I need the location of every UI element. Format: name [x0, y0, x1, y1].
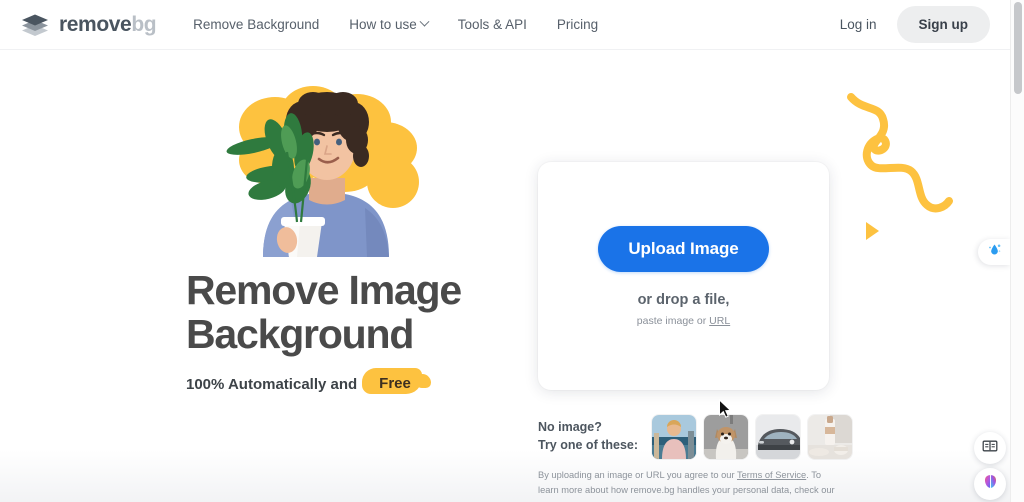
headline-line-1: Remove Image — [186, 267, 462, 313]
upload-image-button[interactable]: Upload Image — [598, 225, 769, 272]
chevron-down-icon — [419, 16, 430, 27]
sample-thumbnail-car[interactable] — [756, 415, 801, 459]
nav-label: Pricing — [556, 17, 599, 32]
nav-label: Remove Background — [193, 17, 320, 32]
help-book-button[interactable] — [974, 432, 1006, 464]
terms-of-service-link[interactable]: Terms of Service — [737, 470, 806, 480]
nav-item-tools-api[interactable]: Tools & API — [443, 11, 542, 38]
subline-text: 100% Automatically and — [186, 375, 358, 393]
logo-text-secondary: bg — [131, 13, 157, 36]
nav-item-remove-background[interactable]: Remove Background — [178, 11, 334, 38]
sample-thumbnail-list — [652, 415, 853, 459]
terms-part-1: By uploading an image or URL you agree t… — [538, 470, 737, 480]
sample-thumbnail-product[interactable] — [808, 415, 853, 459]
hero-illustration — [205, 82, 440, 257]
magic-wand-icon — [987, 242, 1002, 262]
headline-line-2: Background — [186, 310, 414, 357]
book-icon — [982, 438, 998, 459]
signup-button[interactable]: Sign up — [896, 6, 990, 43]
login-link[interactable]: Log in — [826, 9, 891, 40]
page-scrollbar[interactable] — [1010, 0, 1024, 502]
sample-label-line-2: Try one of these: — [538, 438, 639, 453]
sample-thumbnail-person[interactable] — [652, 415, 697, 459]
layers-icon — [20, 12, 50, 38]
terms-disclaimer: By uploading an image or URL you agree t… — [538, 468, 838, 502]
sample-thumbnail-dog[interactable] — [704, 415, 749, 459]
page-title: Remove Image Background — [186, 267, 516, 357]
main-navigation: Remove Background How to use Tools & API… — [178, 11, 613, 38]
logo-text-primary: remove — [59, 13, 132, 36]
free-badge: Free — [362, 368, 431, 396]
page-viewport: removebg Remove Background How to use To… — [0, 0, 1010, 502]
triangle-decoration — [866, 222, 879, 240]
drop-file-text: or drop a file, — [637, 291, 730, 308]
logo-text: removebg — [59, 13, 157, 36]
nav-label: How to use — [349, 17, 417, 32]
nav-item-pricing[interactable]: Pricing — [542, 11, 613, 38]
sample-label-line-1: No image? — [538, 420, 602, 434]
hero-subline: 100% Automatically and Free — [186, 368, 431, 396]
sample-images-label: No image? Try one of these: — [538, 418, 638, 454]
squiggle-decoration — [845, 85, 980, 225]
sample-images-section: No image? Try one of these: — [538, 415, 853, 459]
magic-wand-tab-button[interactable] — [978, 239, 1010, 265]
hero-left-column: Remove Image Background 100% Automatical… — [0, 50, 520, 502]
scrollbar-thumb[interactable] — [1014, 2, 1022, 94]
upload-card[interactable]: Upload Image or drop a file, paste image… — [538, 162, 829, 390]
brain-icon — [982, 473, 999, 495]
site-header: removebg Remove Background How to use To… — [0, 0, 1010, 50]
nav-item-how-to-use[interactable]: How to use — [334, 11, 443, 38]
nav-label: Tools & API — [457, 17, 527, 32]
paste-hint: paste image or URL — [637, 315, 730, 327]
paste-hint-prefix: paste image or — [636, 314, 710, 327]
paste-url-link[interactable]: URL — [709, 315, 730, 327]
header-actions: Log in Sign up — [826, 6, 990, 43]
logo[interactable]: removebg — [20, 12, 157, 38]
brain-ai-button[interactable] — [974, 468, 1006, 500]
